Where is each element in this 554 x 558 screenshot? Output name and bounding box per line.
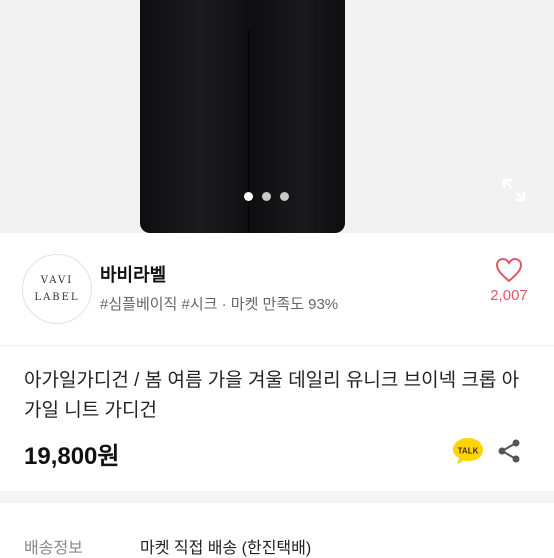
seller-name[interactable]: 바비라벨 <box>100 261 166 287</box>
logo-text-top: VAVI <box>40 275 74 286</box>
product-title: 아가일가디건 / 봄 여름 가을 겨울 데일리 유니크 브이넥 크롭 아가일 니… <box>24 370 520 421</box>
section-divider <box>0 491 554 503</box>
pants-seam <box>248 30 250 233</box>
carousel-dot[interactable] <box>244 192 253 201</box>
talk-icon[interactable]: TALK <box>451 436 485 466</box>
expand-icon[interactable] <box>500 176 528 204</box>
like-button[interactable]: 2,007 <box>482 257 536 304</box>
shipping-value: 마켓 직접 배송 (한진택배) <box>140 540 312 557</box>
seller-tags: #심플베이직 #시크 · 마켓 만족도 93% <box>100 296 339 313</box>
product-photo <box>140 0 345 233</box>
like-count: 2,007 <box>490 287 528 304</box>
shipping-label: 배송정보 <box>24 540 83 557</box>
logo-text-bottom: LABEL <box>34 292 80 303</box>
seller-section: VAVI LABEL 바비라벨 #심플베이직 #시크 · 마켓 만족도 93% … <box>0 233 554 346</box>
product-image-carousel[interactable] <box>0 0 554 233</box>
product-price: 19,800원 <box>24 443 120 470</box>
heart-icon <box>495 257 523 283</box>
share-icon[interactable] <box>496 438 522 464</box>
seller-avatar[interactable]: VAVI LABEL <box>22 254 92 324</box>
carousel-dot[interactable] <box>280 192 289 201</box>
svg-text:TALK: TALK <box>458 447 479 456</box>
carousel-indicator <box>244 192 289 201</box>
carousel-dot[interactable] <box>262 192 271 201</box>
